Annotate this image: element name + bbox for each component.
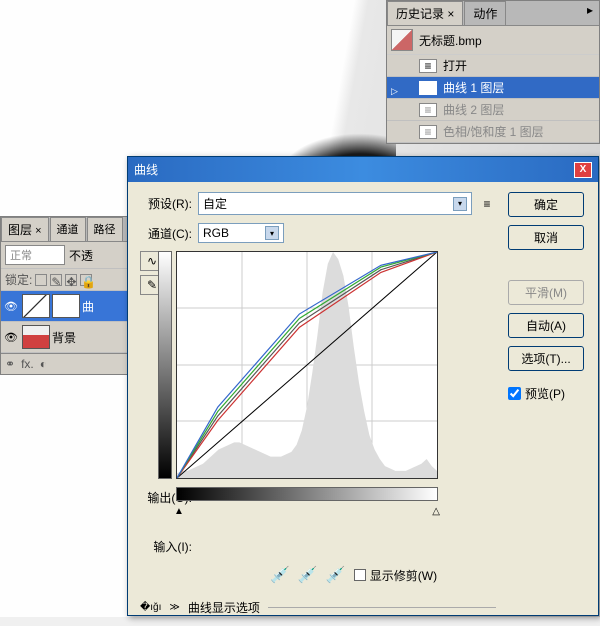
history-item[interactable]: ≡ 打开 bbox=[387, 55, 599, 77]
document-thumb-icon bbox=[391, 29, 413, 51]
close-button[interactable]: X bbox=[574, 162, 592, 178]
history-item-label: 色相/饱和度 1 图层 bbox=[443, 123, 544, 140]
curves-graph[interactable] bbox=[176, 251, 438, 479]
hue-step-icon: ≡ bbox=[419, 125, 437, 139]
channel-label: 通道(C): bbox=[140, 225, 192, 242]
checkbox-box-icon bbox=[354, 569, 366, 581]
layer-thumb-icon bbox=[22, 294, 50, 318]
lock-label: 锁定: bbox=[5, 271, 32, 288]
history-marker-icon bbox=[391, 127, 401, 137]
open-step-icon: ≡ bbox=[419, 59, 437, 73]
black-eyedropper-icon[interactable]: 💉 bbox=[270, 565, 290, 585]
history-document-row[interactable]: 无标题.bmp bbox=[387, 26, 599, 55]
tab-history[interactable]: 历史记录 × bbox=[387, 1, 463, 25]
output-gradient-icon bbox=[158, 251, 172, 479]
panel-menu-button[interactable]: ▸ bbox=[581, 1, 599, 25]
ok-button[interactable]: 确定 bbox=[508, 192, 584, 217]
lock-pixels-icon[interactable]: ✎ bbox=[50, 274, 62, 286]
preview-label: 预览(P) bbox=[525, 385, 565, 402]
show-clipping-label: 显示修剪(W) bbox=[370, 567, 437, 584]
dialog-button-column: 确定 取消 平滑(M) 自动(A) 选项(T)... 预览(P) bbox=[508, 192, 586, 616]
show-clipping-checkbox[interactable]: 显示修剪(W) bbox=[354, 567, 437, 584]
curves-step-icon: ≡ bbox=[419, 81, 437, 95]
eyedropper-row: 💉 💉 💉 显示修剪(W) bbox=[270, 565, 496, 585]
layer-name: 背景 bbox=[52, 329, 76, 346]
layer-name: 曲 bbox=[82, 298, 94, 315]
history-marker-icon bbox=[391, 61, 401, 71]
tab-actions[interactable]: 动作 bbox=[464, 1, 506, 25]
history-item-label: 曲线 2 图层 bbox=[443, 101, 504, 118]
preset-menu-icon[interactable]: ≡ bbox=[478, 195, 496, 213]
display-options-label: 曲线显示选项 bbox=[188, 599, 260, 616]
preset-select[interactable]: 自定 ▾ bbox=[198, 192, 472, 215]
input-label: 输入(I): bbox=[140, 538, 192, 555]
curves-svg bbox=[177, 252, 437, 478]
dialog-title: 曲线 bbox=[134, 161, 158, 178]
lock-all-icon[interactable]: 🔒 bbox=[80, 274, 92, 286]
blend-mode-select[interactable]: 正常 bbox=[5, 245, 65, 265]
chevron-down-icon: ▾ bbox=[265, 226, 279, 240]
history-current-icon bbox=[391, 83, 401, 93]
channel-select[interactable]: RGB ▾ bbox=[198, 223, 284, 243]
history-list: ≡ 打开 ≡ 曲线 1 图层 ≡ 曲线 2 图层 ≡ 色相/饱和度 1 图层 bbox=[387, 55, 599, 143]
preset-value: 自定 bbox=[203, 195, 227, 212]
options-button[interactable]: 选项(T)... bbox=[508, 346, 584, 371]
link-layers-icon[interactable]: ⚭ bbox=[5, 357, 15, 371]
auto-button[interactable]: 自动(A) bbox=[508, 313, 584, 338]
history-item-label: 打开 bbox=[443, 57, 467, 74]
white-eyedropper-icon[interactable]: 💉 bbox=[326, 565, 346, 585]
white-point-slider[interactable]: △ bbox=[432, 506, 440, 517]
tab-paths[interactable]: 路径 bbox=[87, 217, 123, 241]
curves-dialog: 曲线 X 预设(R): 自定 ▾ ≡ 通道(C): RGB ▾ bbox=[127, 156, 599, 616]
tab-layers[interactable]: 图层 × bbox=[1, 217, 49, 241]
lock-transparent-icon[interactable] bbox=[35, 274, 47, 286]
curves-step-icon: ≡ bbox=[419, 103, 437, 117]
black-point-slider[interactable]: ▲ bbox=[174, 506, 184, 517]
chevron-expand-icon: �ığı bbox=[140, 602, 161, 613]
history-item-label: 曲线 1 图层 bbox=[443, 79, 504, 96]
history-item[interactable]: ≡ 曲线 1 图层 bbox=[387, 77, 599, 99]
fx-button[interactable]: fx. bbox=[21, 357, 34, 371]
tab-channels[interactable]: 通道 bbox=[50, 217, 86, 241]
history-tabs: 历史记录 × 动作 ▸ bbox=[387, 1, 599, 26]
history-item[interactable]: ≡ 曲线 2 图层 bbox=[387, 99, 599, 121]
chevron-down-icon: ▾ bbox=[453, 197, 467, 211]
display-options-toggle[interactable]: �ığı ≫ 曲线显示选项 bbox=[140, 593, 496, 616]
history-marker-icon bbox=[391, 105, 401, 115]
cancel-button[interactable]: 取消 bbox=[508, 225, 584, 250]
visibility-eye-icon[interactable]: 👁 bbox=[3, 299, 19, 313]
preset-label: 预设(R): bbox=[140, 195, 192, 212]
history-item[interactable]: ≡ 色相/饱和度 1 图层 bbox=[387, 121, 599, 143]
lock-position-icon[interactable]: ✥ bbox=[65, 274, 77, 286]
mask-button-icon[interactable]: ◐ bbox=[40, 357, 47, 371]
document-title: 无标题.bmp bbox=[419, 32, 482, 49]
history-panel: 历史记录 × 动作 ▸ 无标题.bmp ≡ 打开 ≡ 曲线 1 图层 ≡ 曲线 … bbox=[386, 0, 600, 144]
layer-thumb-icon bbox=[22, 325, 50, 349]
chevron-expand-icon: ≫ bbox=[169, 602, 179, 613]
gray-eyedropper-icon[interactable]: 💉 bbox=[298, 565, 318, 585]
smooth-button: 平滑(M) bbox=[508, 280, 584, 305]
layer-mask-icon bbox=[52, 294, 80, 318]
opacity-label: 不透 bbox=[69, 247, 93, 264]
input-gradient-icon bbox=[176, 487, 438, 501]
channel-value: RGB bbox=[203, 226, 229, 240]
preview-checkbox-input[interactable] bbox=[508, 387, 521, 400]
divider bbox=[268, 607, 496, 608]
preview-checkbox[interactable]: 预览(P) bbox=[508, 385, 586, 402]
dialog-titlebar[interactable]: 曲线 X bbox=[128, 157, 598, 182]
visibility-eye-icon[interactable]: 👁 bbox=[3, 330, 19, 344]
